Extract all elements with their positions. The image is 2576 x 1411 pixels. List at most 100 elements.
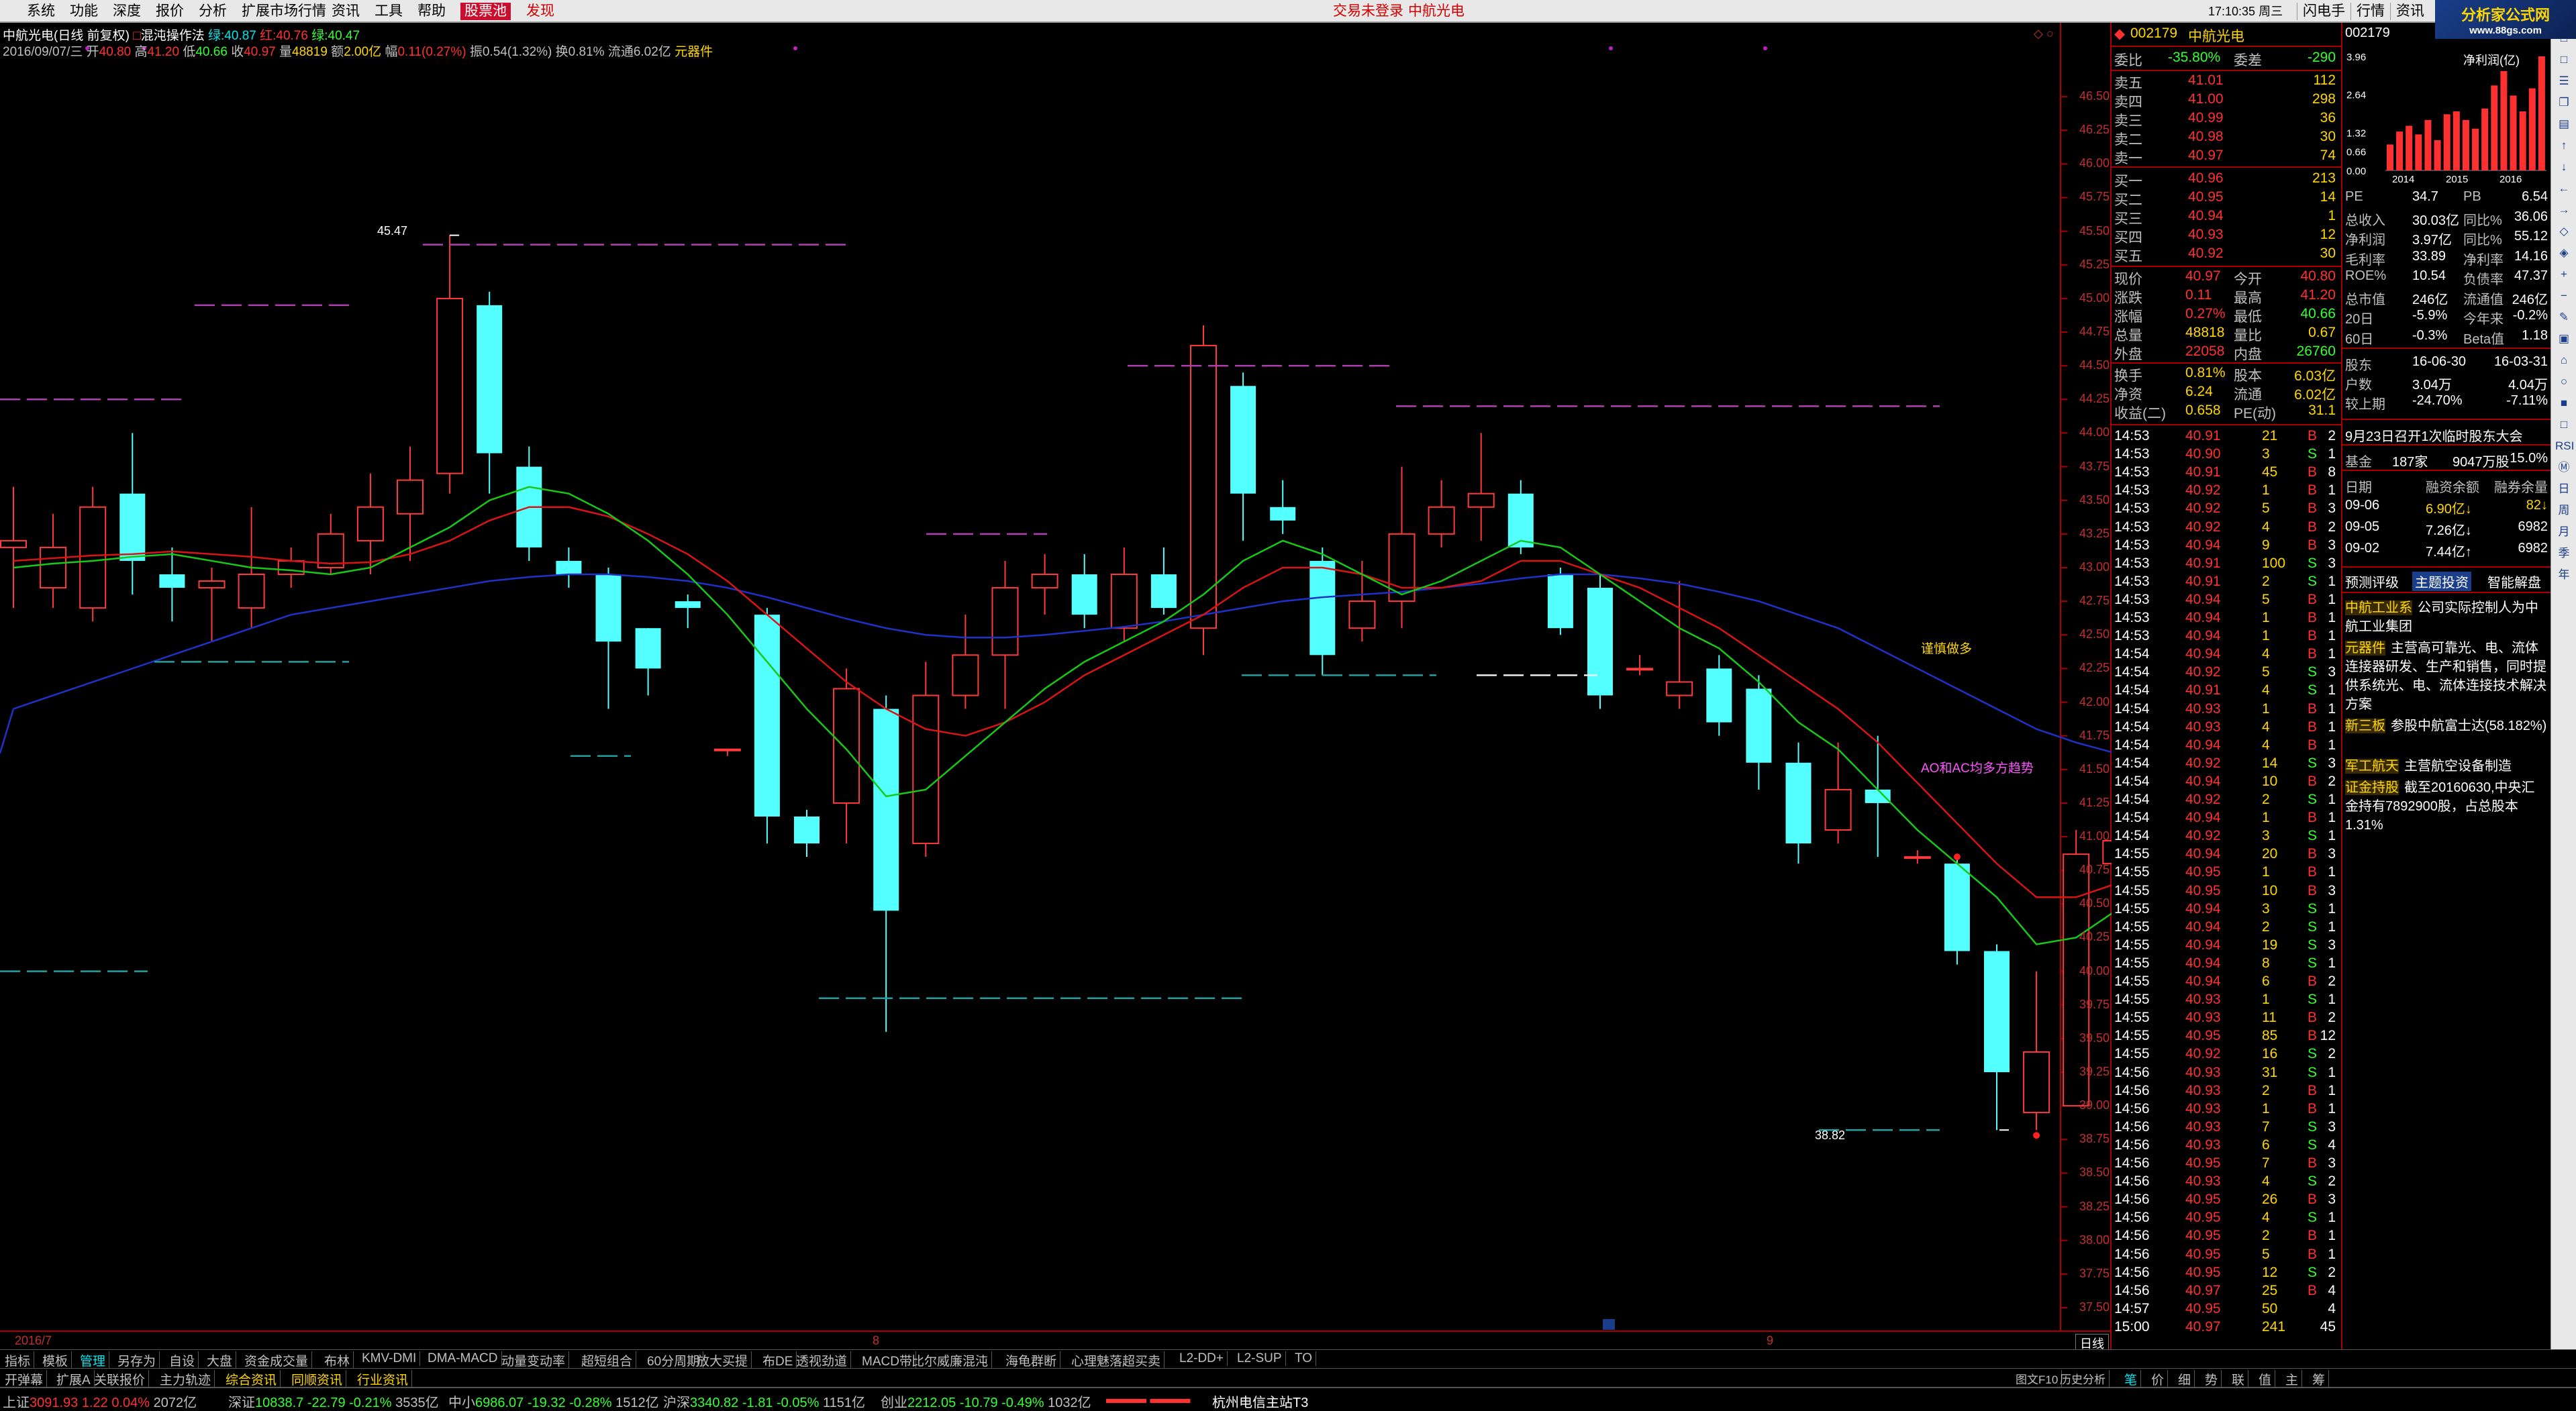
indicator-tab[interactable]: TO bbox=[1291, 1351, 1317, 1366]
bottom-right-tab[interactable]: 图文F10 bbox=[2012, 1370, 2063, 1387]
menu-item-news[interactable]: 资讯 bbox=[332, 3, 360, 20]
menu-item-depth[interactable]: 深度 bbox=[113, 3, 141, 20]
theme-tag[interactable]: 新三板 bbox=[2345, 719, 2385, 733]
secondary-tab[interactable]: 关联报价 bbox=[91, 1370, 150, 1388]
quote-view-tab[interactable]: 筹 bbox=[2309, 1370, 2330, 1388]
candle[interactable] bbox=[477, 291, 503, 494]
quote-view-tab[interactable]: 价 bbox=[2148, 1370, 2169, 1388]
quote-view-tab[interactable]: 细 bbox=[2175, 1370, 2195, 1388]
secondary-tab[interactable]: 同顺资讯 bbox=[288, 1370, 347, 1388]
indicator-tab[interactable]: 比尔威廉混沌 bbox=[908, 1351, 993, 1369]
candle[interactable] bbox=[675, 594, 701, 629]
candle[interactable] bbox=[40, 513, 67, 609]
indicator-name[interactable]: 混沌操作法 bbox=[141, 29, 205, 43]
theme-tag[interactable]: 中航工业系 bbox=[2345, 600, 2412, 615]
draw-tool-icon[interactable]: − bbox=[2555, 287, 2573, 305]
candle[interactable] bbox=[873, 695, 899, 1032]
theme-item[interactable]: 中航工业系 公司实际控制人为中航工业集团 bbox=[2345, 598, 2548, 636]
candlestick-chart-svg[interactable]: ◇ ○ bbox=[0, 23, 2112, 1349]
candle[interactable] bbox=[635, 628, 661, 696]
candle[interactable] bbox=[754, 608, 780, 844]
indicator-tab[interactable]: 透视劲道 bbox=[793, 1351, 852, 1369]
menu-item-ext-market[interactable]: 扩展市场行情 bbox=[242, 3, 326, 20]
candle[interactable] bbox=[1706, 655, 1732, 736]
candle[interactable] bbox=[1903, 850, 1931, 864]
theme-item[interactable]: 证金持股 截至20160630,中央汇金持有7892900股，占总股本1.31% bbox=[2345, 778, 2548, 835]
draw-tool-icon[interactable]: ■ bbox=[2555, 395, 2573, 412]
candle[interactable] bbox=[1467, 433, 1495, 541]
candle[interactable] bbox=[119, 433, 146, 595]
theme-item[interactable]: 军工航天 主营航空设备制造 bbox=[2345, 757, 2548, 776]
chart-option-icon[interactable]: ◇ ○ bbox=[2034, 27, 2054, 40]
candle[interactable] bbox=[1388, 466, 1416, 629]
draw-tool-icon[interactable]: □ bbox=[2555, 416, 2573, 433]
quote-view-tab[interactable]: 笔 bbox=[2121, 1370, 2142, 1388]
star-icon[interactable]: ◆ bbox=[2114, 25, 2125, 42]
candle[interactable] bbox=[1746, 675, 1772, 790]
candle[interactable] bbox=[356, 473, 384, 574]
secondary-tab[interactable]: 开弹幕 bbox=[1, 1370, 48, 1388]
candle[interactable] bbox=[952, 615, 979, 709]
draw-tool-icon[interactable]: ⌂ bbox=[2555, 352, 2573, 369]
candle[interactable] bbox=[1865, 735, 1891, 857]
secondary-tab[interactable]: 综合资讯 bbox=[222, 1370, 281, 1388]
candle[interactable] bbox=[1230, 372, 1256, 541]
candle[interactable] bbox=[198, 567, 226, 642]
indicator-tab[interactable]: 管理 bbox=[77, 1351, 110, 1369]
sz-index[interactable]: 深证10838.7 -22.79 -0.21% 3535亿 bbox=[228, 1392, 439, 1411]
draw-tool-icon[interactable]: ▤ bbox=[2555, 115, 2573, 133]
cy-index[interactable]: 创业2212.05 -10.79 -0.49% 1032亿 bbox=[881, 1392, 1091, 1411]
quote-view-tab[interactable]: 势 bbox=[2201, 1370, 2222, 1388]
indicator-tab[interactable]: 指标 bbox=[1, 1351, 35, 1369]
secondary-tab[interactable]: 行业资讯 bbox=[354, 1370, 413, 1388]
candle[interactable] bbox=[1031, 554, 1058, 615]
draw-tool-icon[interactable]: ← bbox=[2555, 180, 2573, 197]
theme-tag[interactable]: 证金持股 bbox=[2345, 780, 2399, 795]
draw-tool-icon[interactable]: 日 bbox=[2555, 480, 2573, 498]
hs-index[interactable]: 沪深3340.82 -1.81 -0.05% 1151亿 bbox=[663, 1392, 865, 1411]
tab-smart[interactable]: 智能解盘 bbox=[2487, 572, 2541, 591]
draw-tool-icon[interactable]: ◇ bbox=[2555, 223, 2573, 240]
candle[interactable] bbox=[1150, 547, 1177, 615]
tab-theme[interactable]: 主题投资 bbox=[2412, 572, 2471, 591]
indicator-tab[interactable]: L2-SUP bbox=[1234, 1351, 1286, 1366]
flash-trade-button[interactable]: 闪电手 bbox=[2297, 3, 2350, 20]
candle[interactable] bbox=[794, 809, 820, 857]
candle[interactable] bbox=[912, 662, 940, 857]
draw-tool-icon[interactable]: ✎ bbox=[2555, 309, 2573, 326]
kline-chart[interactable]: ◇ ○ 中航光电(日线 前复权) □混沌操作法 绿:40.87 红:40.76 … bbox=[0, 23, 2112, 1353]
discover-button[interactable]: 发现 bbox=[526, 3, 554, 20]
news-button[interactable]: 资讯 bbox=[2390, 3, 2430, 20]
candle[interactable] bbox=[1547, 567, 1573, 635]
indicator-tab[interactable]: 动量变动率 bbox=[498, 1351, 570, 1369]
candle[interactable] bbox=[1270, 480, 1296, 534]
draw-tool-icon[interactable]: ↓ bbox=[2555, 158, 2573, 176]
candle[interactable] bbox=[1626, 655, 1654, 676]
menu-item-quote[interactable]: 报价 bbox=[156, 3, 184, 20]
candle[interactable] bbox=[79, 486, 107, 622]
indicator-tab[interactable]: 海龟群断 bbox=[1002, 1351, 1061, 1369]
draw-tool-icon[interactable]: ◈ bbox=[2555, 244, 2573, 262]
draw-tool-icon[interactable]: 年 bbox=[2555, 566, 2573, 584]
secondary-tab[interactable]: 主力轨迹 bbox=[156, 1370, 215, 1388]
candle[interactable] bbox=[1984, 944, 2010, 1131]
candle[interactable] bbox=[991, 560, 1019, 709]
draw-tool-icon[interactable]: ❐ bbox=[2555, 94, 2573, 111]
candle[interactable] bbox=[1666, 581, 1693, 709]
theme-tag[interactable]: 军工航天 bbox=[2345, 759, 2399, 774]
candle[interactable] bbox=[713, 748, 741, 756]
tab-forecast[interactable]: 预测评级 bbox=[2345, 572, 2399, 591]
menu-item-analysis[interactable]: 分析 bbox=[199, 3, 227, 20]
indicator-tab[interactable]: 超短组合 bbox=[578, 1351, 637, 1369]
draw-tool-icon[interactable]: Ⓜ bbox=[2555, 459, 2573, 476]
server-name[interactable]: 杭州电信主站T3 bbox=[1212, 1392, 1308, 1411]
indicator-tab[interactable]: L2-DD+ bbox=[1176, 1351, 1228, 1366]
indicator-tab[interactable]: 心理魅落超买卖 bbox=[1068, 1351, 1165, 1369]
theme-tag[interactable]: 元器件 bbox=[2345, 641, 2385, 656]
indicator-tab[interactable]: DMA-MACD bbox=[424, 1351, 502, 1366]
candle[interactable] bbox=[1190, 325, 1217, 656]
draw-tool-icon[interactable]: 周 bbox=[2555, 502, 2573, 519]
draw-tool-icon[interactable]: 季 bbox=[2555, 545, 2573, 562]
draw-tool-icon[interactable]: + bbox=[2555, 266, 2573, 283]
candle[interactable] bbox=[1785, 742, 1812, 864]
